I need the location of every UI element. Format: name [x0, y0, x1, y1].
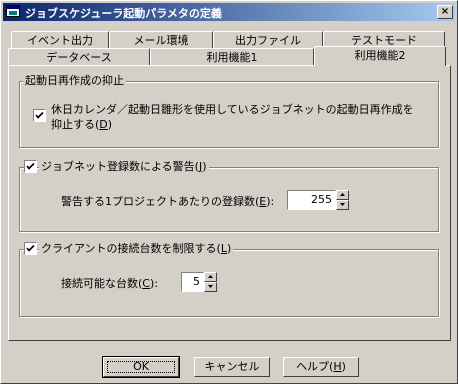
label-text: 接続可能な台数(	[61, 277, 143, 290]
dialog-window: ジョブスケジューラ起動パラメタの定義 × イベント出力 メール環境 出力ファイル…	[0, 0, 458, 384]
help-button[interactable]: ヘルプ(H)	[283, 357, 359, 377]
label-text: ):	[266, 195, 275, 208]
suppress-recreate-label-line1: 休日カレンダ／起動日雛形を使用しているジョブネットの起動日再作成を	[51, 103, 414, 116]
client-limit-title: クライアントの接続台数を制限する(L)	[39, 242, 234, 256]
tab-label: メール環境	[133, 34, 189, 47]
label-text: )	[202, 160, 207, 173]
ok-button[interactable]: OK	[102, 356, 180, 378]
tab-feature-2[interactable]: 利用機能2	[314, 46, 446, 66]
down-arrow-icon	[340, 203, 345, 206]
ok-label: OK	[133, 360, 149, 373]
tab-label: データベース	[46, 51, 112, 64]
client-count-label: 接続可能な台数(C):	[61, 275, 158, 291]
cancel-button[interactable]: キャンセル	[194, 357, 270, 377]
tab-label: 出力ファイル	[235, 34, 301, 47]
tab-mail-environment[interactable]: メール環境	[109, 31, 213, 49]
tab-output-file[interactable]: 出力ファイル	[213, 31, 323, 49]
tab-database[interactable]: データベース	[8, 48, 150, 66]
label-text: 抑止する(	[51, 118, 100, 131]
access-key: H	[333, 360, 342, 373]
title-bar[interactable]: ジョブスケジューラ起動パラメタの定義 ×	[3, 3, 455, 21]
tab-feature-1[interactable]: 利用機能1	[150, 48, 314, 66]
check-icon	[35, 111, 44, 119]
window-title: ジョブスケジューラ起動パラメタの定義	[25, 7, 222, 20]
label-text: クライアントの接続台数を制限する(	[41, 242, 221, 255]
up-arrow-icon	[208, 275, 213, 278]
cancel-label: キャンセル	[204, 360, 260, 373]
label-text: ):	[149, 277, 158, 290]
app-icon	[6, 4, 20, 18]
label-text: )	[227, 242, 232, 255]
label-text: ジョブネット登録数による警告(	[41, 160, 199, 173]
up-arrow-icon	[340, 193, 345, 196]
suppress-recreate-checkbox[interactable]	[33, 109, 46, 122]
jobnet-warning-checkbox[interactable]	[24, 160, 37, 173]
help-label: ヘルプ(H)	[296, 360, 346, 373]
client-count-down-button[interactable]	[204, 282, 217, 292]
check-icon	[26, 244, 35, 252]
tab-panel: 起動日再作成の抑止 休日カレンダ／起動日雛形を使用しているジョブネットの起動日再…	[8, 65, 451, 341]
label-text: 警告する1プロジェクトあたりの登録数(	[61, 195, 260, 208]
label-text: )	[107, 118, 113, 131]
jobnet-warning-title: ジョブネット登録数による警告(J)	[39, 160, 209, 174]
tab-event-output[interactable]: イベント出力	[11, 31, 109, 49]
down-arrow-icon	[208, 285, 213, 288]
tab-label: 利用機能1	[206, 51, 258, 64]
tab-label: 利用機能2	[354, 49, 406, 62]
jobnet-count-stepper[interactable]	[336, 190, 349, 210]
access-key: C	[142, 277, 150, 290]
label-text: ヘルプ(	[296, 360, 334, 373]
access-key: D	[99, 118, 108, 131]
jobnet-count-up-button[interactable]	[336, 190, 349, 200]
close-button[interactable]: ×	[437, 5, 453, 19]
group-startup-suppress-title: 起動日再作成の抑止	[23, 74, 126, 88]
client-count-input[interactable]: 5	[181, 272, 204, 292]
suppress-recreate-label-line2: 抑止する(D)	[51, 116, 112, 132]
client-count-up-button[interactable]	[204, 272, 217, 282]
tab-label: イベント出力	[27, 34, 93, 47]
check-icon	[26, 162, 35, 170]
jobnet-count-input[interactable]: 255	[287, 190, 336, 210]
jobnet-count-label: 警告する1プロジェクトあたりの登録数(E):	[61, 193, 274, 209]
client-limit-checkbox[interactable]	[24, 242, 37, 255]
label-text: )	[341, 360, 346, 373]
client-count-stepper[interactable]	[204, 272, 217, 292]
close-icon: ×	[440, 6, 450, 17]
jobnet-count-down-button[interactable]	[336, 200, 349, 210]
